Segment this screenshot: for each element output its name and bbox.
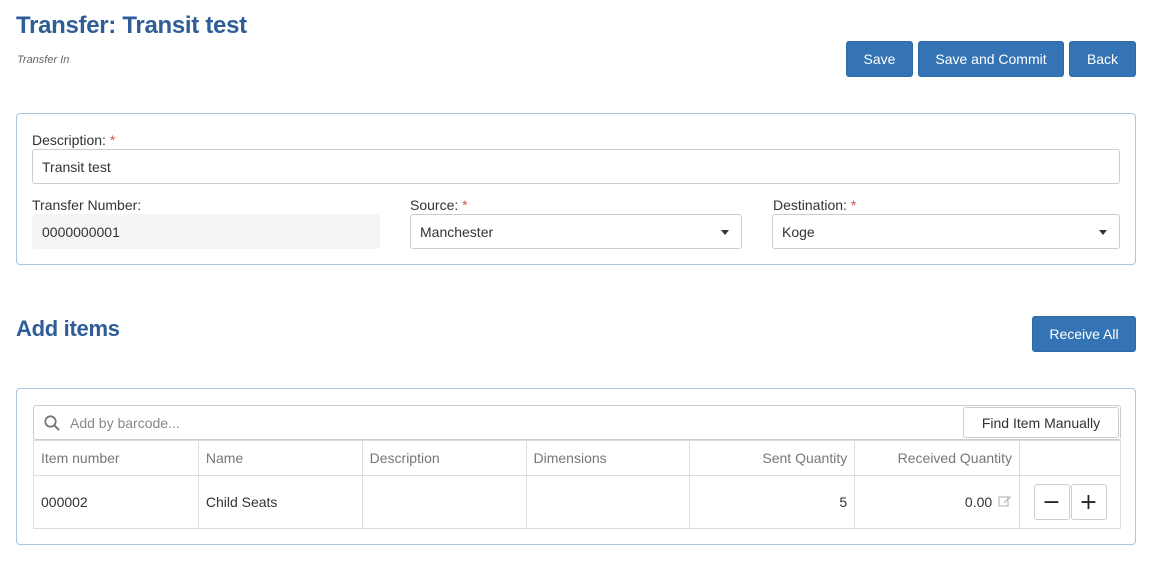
cell-sent-quantity: 5 [689,475,856,529]
save-and-commit-button[interactable]: Save and Commit [918,41,1064,77]
barcode-input[interactable] [68,407,948,438]
column-header-sent-quantity: Sent Quantity [689,440,856,476]
required-mark: * [462,197,468,213]
decrease-quantity-button[interactable]: − [1033,484,1070,520]
save-button[interactable]: Save [846,41,913,77]
increase-quantity-button[interactable]: + [1070,484,1107,520]
add-items-title: Add items [16,316,120,341]
transfer-form-panel: Description: * Transit test Transfer Num… [16,113,1136,265]
cell-item-number: 000002 [33,475,199,529]
chevron-down-icon [721,230,729,235]
cell-name: Child Seats [197,475,363,529]
cell-received-quantity[interactable]: 0.00 [854,475,1021,529]
source-value: Manchester [420,223,494,240]
cell-description [361,475,527,529]
column-header-name: Name [197,440,363,476]
items-table: Item number Name Description Dimensions … [33,440,1121,529]
required-mark: * [109,132,116,148]
find-item-manually-button[interactable]: Find Item Manually [963,407,1119,438]
search-icon [44,415,60,431]
column-header-item-number: Item number [33,440,199,476]
transfer-number-field: 0000000001 [32,214,380,249]
transfer-number-label: Transfer Number: [32,197,142,213]
column-header-dimensions: Dimensions [525,440,691,476]
page-subtitle: Transfer In [17,54,70,66]
received-quantity-value: 0.00 [964,494,993,510]
table-header-row: Item number Name Description Dimensions … [33,440,1121,476]
description-input[interactable]: Transit test [32,149,1120,184]
description-label: Description: * [32,132,116,148]
edit-icon[interactable] [998,494,1012,508]
barcode-search-bar: Find Item Manually [33,405,1121,440]
column-header-description: Description [361,440,527,476]
cell-actions: − + [1019,475,1121,529]
receive-all-button[interactable]: Receive All [1032,316,1136,352]
destination-select[interactable]: Koge [772,214,1120,249]
destination-label: Destination: * [773,197,857,213]
column-header-received-quantity: Received Quantity [854,440,1021,476]
source-select[interactable]: Manchester [410,214,742,249]
source-label: Source: * [410,197,468,213]
destination-value: Koge [782,223,815,240]
cell-dimensions [525,475,691,529]
column-header-actions [1019,440,1121,476]
page-title: Transfer: Transit test [16,12,247,39]
chevron-down-icon [1099,230,1107,235]
back-button[interactable]: Back [1069,41,1136,77]
items-panel: Find Item Manually Item number Name Desc… [16,388,1136,545]
transfer-number-value: 0000000001 [42,223,120,240]
required-mark: * [850,197,857,213]
table-row: 000002 Child Seats 5 0.00 − + [33,475,1121,529]
description-value: Transit test [42,158,111,175]
